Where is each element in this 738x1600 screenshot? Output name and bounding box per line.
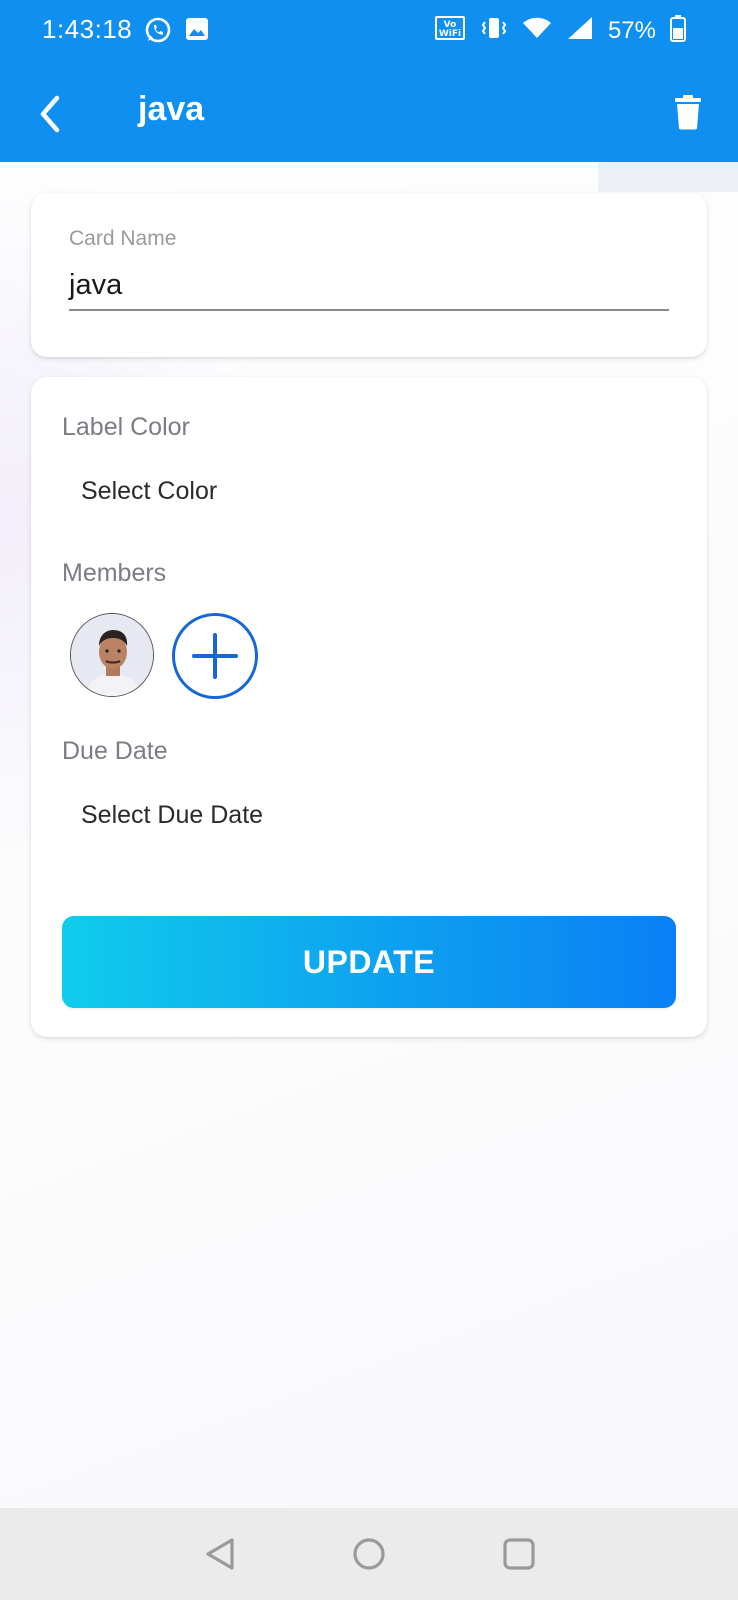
card-name-card: Card Name java bbox=[31, 193, 707, 357]
image-icon bbox=[184, 16, 210, 49]
chevron-left-icon bbox=[40, 95, 60, 133]
signal-icon bbox=[566, 15, 594, 46]
update-button[interactable]: UPDATE bbox=[62, 916, 676, 1008]
back-button[interactable] bbox=[22, 86, 78, 142]
back-triangle-icon bbox=[206, 1538, 234, 1570]
due-date-heading: Due Date bbox=[62, 737, 168, 765]
select-due-date-button[interactable]: Select Due Date bbox=[81, 801, 263, 830]
card-name-underline bbox=[69, 309, 669, 311]
whatsapp-icon bbox=[144, 16, 172, 49]
plus-icon bbox=[192, 633, 238, 679]
page-title: java bbox=[138, 90, 205, 128]
label-color-heading: Label Color bbox=[62, 413, 190, 441]
status-notification-icons bbox=[144, 16, 210, 49]
member-avatar[interactable] bbox=[70, 613, 154, 697]
card-name-input[interactable]: java bbox=[69, 269, 122, 302]
members-list bbox=[70, 613, 258, 699]
members-heading: Members bbox=[62, 559, 167, 587]
add-member-button[interactable] bbox=[172, 613, 258, 699]
card-details-card: Label Color Select Color Members Due Dat… bbox=[31, 377, 707, 1037]
svg-text:WiFi: WiFi bbox=[439, 29, 461, 39]
trash-icon bbox=[675, 95, 701, 130]
person-avatar-icon bbox=[71, 614, 153, 696]
delete-button[interactable] bbox=[660, 84, 716, 140]
status-time: 1:43:18 bbox=[42, 14, 133, 44]
background-accent bbox=[598, 162, 738, 192]
home-circle-icon bbox=[353, 1538, 385, 1570]
vibrate-icon bbox=[480, 15, 508, 46]
battery-percent: 57% bbox=[607, 16, 656, 44]
status-bar: 1:43:18 Vo WiFi 57% bbox=[0, 0, 738, 64]
system-nav-bar bbox=[0, 1508, 738, 1600]
wifi-icon bbox=[522, 15, 552, 46]
status-system-icons: Vo WiFi 57% bbox=[434, 14, 686, 47]
card-name-label: Card Name bbox=[69, 227, 177, 250]
select-color-button[interactable]: Select Color bbox=[81, 477, 217, 506]
nav-back-button[interactable] bbox=[196, 1530, 244, 1578]
vowifi-icon: Vo WiFi bbox=[434, 15, 466, 46]
battery-icon bbox=[670, 14, 686, 47]
app-bar: java bbox=[0, 64, 738, 162]
nav-recents-button[interactable] bbox=[495, 1530, 543, 1578]
recents-square-icon bbox=[503, 1538, 535, 1570]
nav-home-button[interactable] bbox=[345, 1530, 393, 1578]
